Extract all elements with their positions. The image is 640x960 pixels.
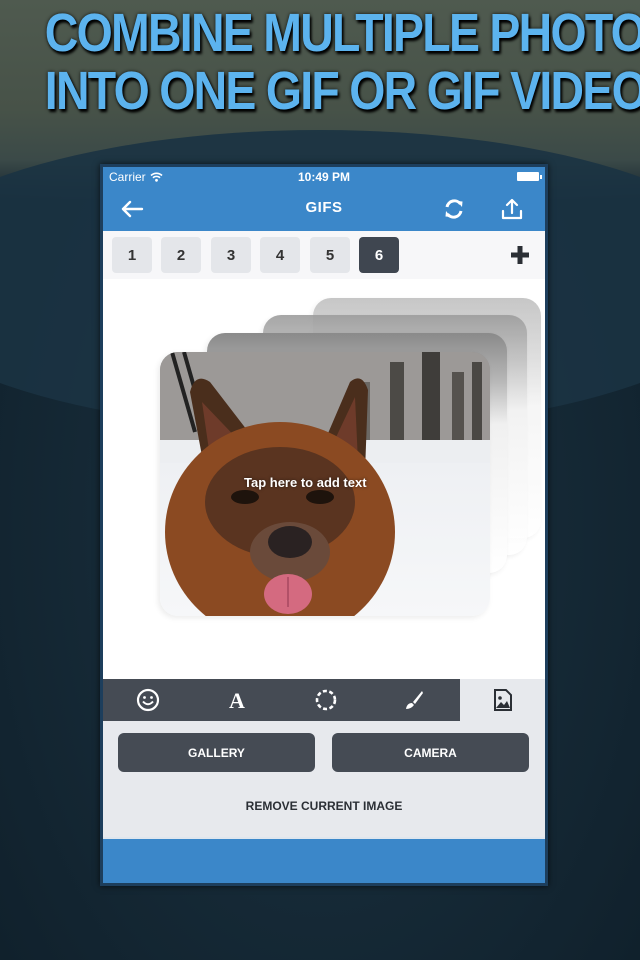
bottom-bar: [103, 837, 545, 883]
clock: 10:49 PM: [297, 170, 351, 184]
edit-toolbar: A: [103, 679, 545, 721]
smiley-icon: [136, 688, 160, 712]
plus-icon: [511, 246, 529, 264]
svg-text:A: A: [229, 688, 245, 712]
page-title: GIFS: [305, 199, 343, 216]
battery-icon: [517, 172, 542, 181]
image-file-icon: [494, 689, 512, 711]
shape-tool-button[interactable]: [296, 679, 356, 721]
remove-image-button[interactable]: REMOVE CURRENT IMAGE: [103, 799, 545, 813]
frame-tab-2[interactable]: 2: [161, 237, 201, 273]
headline-line-2: INTO ONE GIF OR GIF VIDEO: [44, 61, 640, 121]
letter-a-icon: A: [229, 688, 245, 712]
frame-tab-6[interactable]: 6: [359, 237, 399, 273]
frame-tab-3[interactable]: 3: [211, 237, 251, 273]
frame-tabs: 1 2 3 4 5 6: [103, 231, 545, 279]
text-tool-button[interactable]: A: [207, 679, 267, 721]
status-bar: Carrier 10:49 PM: [103, 167, 545, 187]
image-canvas: Tap here to add text: [103, 279, 545, 679]
frame-tab-4[interactable]: 4: [260, 237, 300, 273]
promo-headline: COMBINE MULTIPLE PHOTOS INTO ONE GIF OR …: [44, 3, 640, 121]
refresh-icon: [445, 199, 463, 219]
current-image[interactable]: Tap here to add text: [160, 352, 490, 616]
add-frame-button[interactable]: [509, 244, 531, 266]
navigation-bar: GIFS: [103, 187, 545, 231]
gallery-button[interactable]: GALLERY: [118, 733, 315, 772]
refresh-button[interactable]: [439, 195, 469, 223]
brush-tool-button[interactable]: [384, 679, 444, 721]
share-button[interactable]: [497, 195, 527, 223]
sticker-tool-button[interactable]: [118, 679, 178, 721]
share-upload-icon: [501, 198, 523, 220]
image-source-panel: GALLERY CAMERA REMOVE CURRENT IMAGE: [103, 721, 545, 837]
frame-tab-1[interactable]: 1: [112, 237, 152, 273]
phone-screen: Carrier 10:49 PM GIFS 1 2 3 4 5 6 Tap he…: [100, 164, 548, 886]
camera-button[interactable]: CAMERA: [332, 733, 529, 772]
image-tool-button[interactable]: [473, 679, 533, 721]
frame-tab-5[interactable]: 5: [310, 237, 350, 273]
dashed-circle-icon: [315, 689, 337, 711]
headline-line-1: COMBINE MULTIPLE PHOTOS: [44, 3, 640, 63]
add-text-overlay[interactable]: Tap here to add text: [244, 475, 367, 490]
paintbrush-icon: [406, 691, 423, 709]
